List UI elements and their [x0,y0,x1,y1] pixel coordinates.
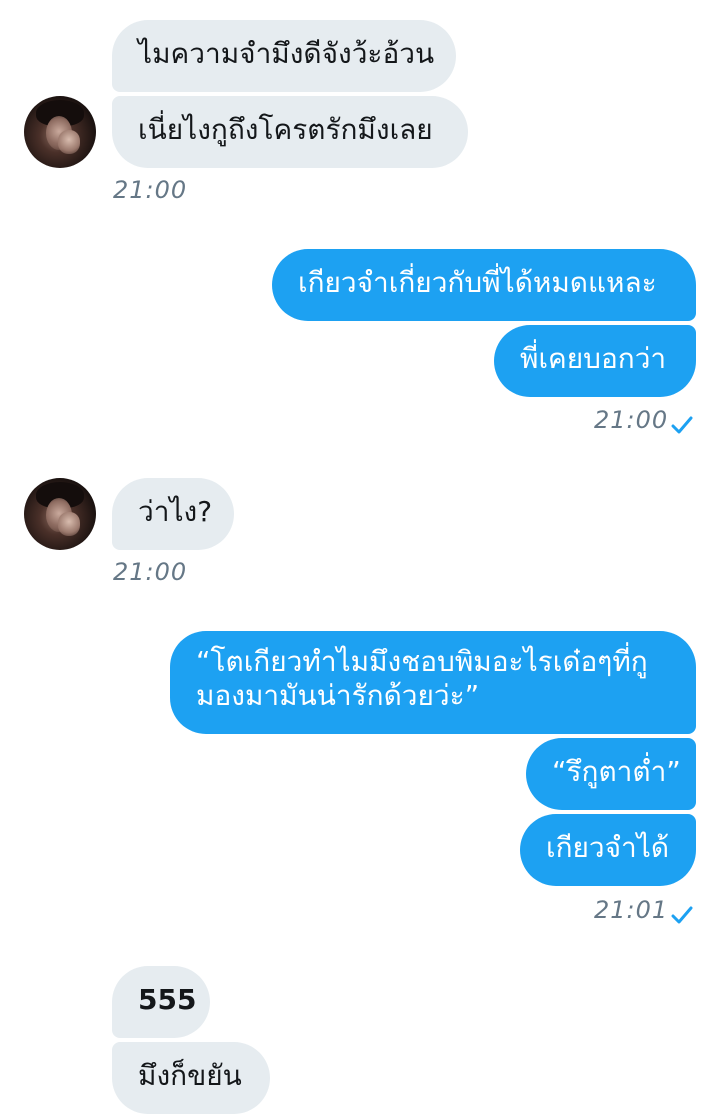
checkmark-icon [671,416,693,434]
incoming-message[interactable]: 555 [112,966,210,1038]
incoming-message[interactable]: ว่าไง? [112,478,234,550]
outgoing-message[interactable]: เกียวจำได้ [520,814,696,886]
outgoing-message[interactable]: “โตเกียวทำไมมึงชอบพิมอะไรเด๋อๆที่กูมองมา… [170,631,696,734]
outgoing-message[interactable]: เกียวจำเกี่ยวกับพี่ได้หมดแหละ [272,249,696,321]
message-timestamp: 21:01 [594,896,669,924]
contact-avatar[interactable] [24,478,96,550]
message-timestamp: 21:00 [113,558,188,586]
message-timestamp: 21:00 [594,406,669,434]
incoming-message[interactable]: เนี่ยไงกูถึงโครตรักมึงเลย [112,96,468,168]
incoming-message[interactable]: มึงก็ขยัน [112,1042,270,1114]
message-timestamp: 21:00 [113,176,188,204]
outgoing-message[interactable]: “รึกูตาต่ำ” [526,738,696,810]
avatar-hand [58,130,80,154]
incoming-message[interactable]: ไมความจำมึงดีจังว้ะอ้วน [112,20,456,92]
outgoing-message[interactable]: พี่เคยบอกว่า [494,325,696,397]
avatar-hand [58,512,80,536]
contact-avatar[interactable] [24,96,96,168]
checkmark-icon [671,906,693,924]
